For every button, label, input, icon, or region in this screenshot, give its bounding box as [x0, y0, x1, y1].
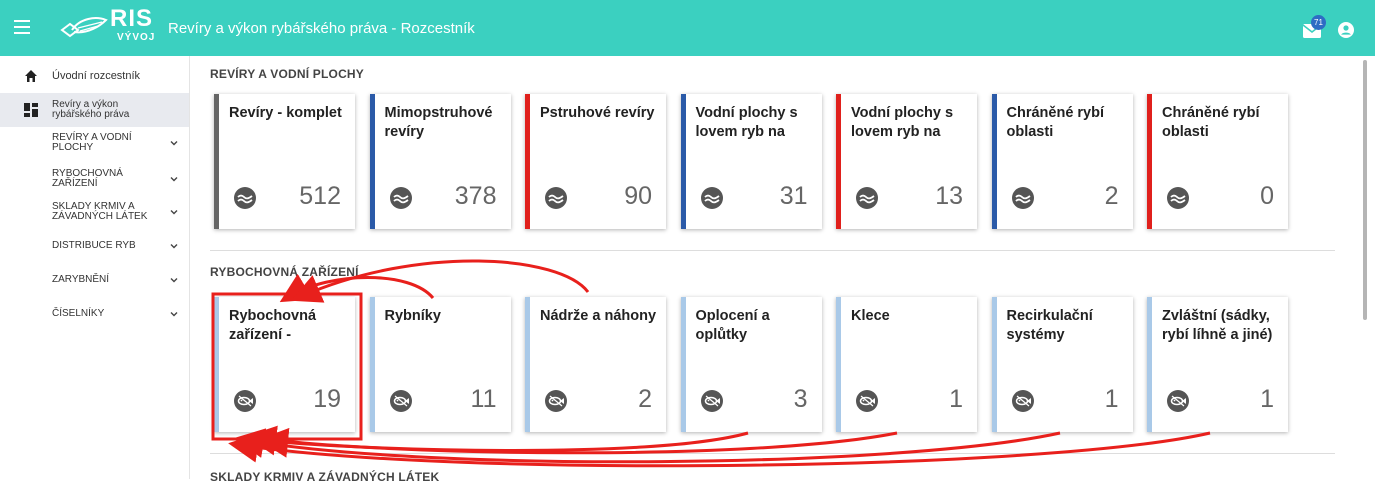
card-row0-4[interactable]: Vodní plochy s lovem ryb na 13 [836, 94, 977, 229]
mail-count-badge: 71 [1311, 15, 1326, 30]
sidebar-group-rybochovna[interactable]: RYBOCHOVNÁ ZAŘÍZENÍ [0, 166, 189, 192]
sidebar-group-label: RYBOCHOVNÁ ZAŘÍZENÍ [52, 168, 123, 189]
fish-icon [545, 390, 567, 412]
card-count: 2 [638, 385, 652, 413]
card-title: Zvláštní (sádky, rybí líhně a jiné) [1162, 308, 1273, 343]
sidebar-group-zarybneni[interactable]: ZARYBNĚNÍ [0, 270, 189, 290]
sidebar-group-label: ČÍSELNÍKY [52, 308, 105, 319]
card-row1-5[interactable]: Recirkulační systémy 1 [991, 297, 1133, 432]
card-row0-2[interactable]: Pstruhové revíry 90 [525, 94, 666, 229]
card-count: 19 [313, 385, 341, 413]
section-title-rybochovna: RYBOCHOVNÁ ZAŘÍZENÍ [210, 265, 359, 279]
sidebar-item-label: Revíry a výkon rybářského práva [52, 99, 130, 120]
card-count: 11 [470, 385, 497, 413]
section-divider [210, 250, 1335, 251]
card-title: Mimopstruhové revíry [384, 105, 493, 140]
chevron-down-icon [170, 141, 178, 146]
home-icon [25, 70, 37, 82]
card-count: 378 [454, 182, 497, 210]
card-row1-3[interactable]: Oplocení a oplůtky 3 [680, 297, 822, 432]
chevron-down-icon [170, 312, 178, 317]
section-title-reviry: REVÍRY A VODNÍ PLOCHY [210, 67, 365, 81]
sidebar-item-label: Úvodní rozcestník [52, 69, 141, 82]
chevron-down-icon [170, 210, 178, 215]
sidebar-group-distribuce[interactable]: DISTRIBUCE RYB [0, 236, 189, 256]
user-account-icon[interactable] [1338, 22, 1354, 38]
card-row1-0[interactable]: Rybochovná zařízení - 19 [214, 297, 355, 432]
fish-icon [856, 390, 878, 412]
card-count: 90 [624, 182, 652, 210]
card-title: Vodní plochy s lovem ryb na [851, 105, 954, 140]
card-title: Vodní plochy s lovem ryb na [695, 105, 798, 140]
card-row1-6[interactable]: Zvláštní (sádky, rybí líhně a jiné) 1 [1147, 297, 1288, 432]
logo-sub-text: VÝVOJ [117, 32, 156, 43]
sidebar-group-label: REVÍRY A VODNÍ PLOCHY [52, 132, 132, 153]
sidebar-group-ciselniky[interactable]: ČÍSELNÍKY [0, 304, 189, 324]
fish-logo-icon [60, 17, 108, 38]
card-title: Chráněné rybí oblasti [1006, 105, 1105, 140]
sidebar-item-reviry[interactable]: Revíry a výkon rybářského práva [0, 93, 189, 127]
card-count: 1 [1260, 385, 1274, 413]
sidebar-item-home[interactable]: Úvodní rozcestník [0, 64, 189, 88]
card-count: 3 [793, 385, 808, 413]
card-title: Recirkulační systémy [1006, 308, 1093, 343]
card-title: Klece [851, 308, 890, 324]
sidebar-group-label: DISTRIBUCE RYB [52, 240, 136, 251]
wave-icon [1011, 187, 1034, 209]
sidebar-group-label: SKLADY KRMIV A ZÁVADNÝCH LÁTEK [52, 201, 148, 222]
card-row1-1[interactable]: Rybníky 11 [369, 297, 511, 432]
section-divider [210, 453, 1335, 454]
wave-icon [234, 187, 256, 209]
chevron-down-icon [170, 278, 178, 283]
hamburger-menu-icon[interactable] [14, 16, 30, 38]
wave-icon [700, 187, 723, 209]
main-content: REVÍRY A VODNÍ PLOCHY Revíry - komplet 51… [190, 56, 1340, 484]
card-row0-1[interactable]: Mimopstruhové revíry 378 [369, 94, 511, 229]
card-title: Nádrže a náhony [540, 308, 657, 324]
card-row0-6[interactable]: Chráněné rybí oblasti 0 [1147, 94, 1288, 229]
card-count: 13 [935, 182, 963, 210]
fish-icon [1011, 390, 1034, 412]
fish-icon [389, 390, 412, 412]
card-row1-4[interactable]: Klece 1 [836, 297, 977, 432]
wave-icon [1167, 187, 1189, 209]
card-title: Chráněné rybí oblasti [1162, 105, 1260, 140]
sidebar: Úvodní rozcestník Revíry a výkon rybářsk… [0, 56, 190, 479]
fish-icon [700, 390, 723, 412]
card-row0-3[interactable]: Vodní plochy s lovem ryb na 31 [680, 94, 822, 229]
chevron-down-icon [170, 244, 178, 249]
wave-icon [389, 187, 412, 209]
wave-icon [545, 187, 567, 209]
card-title: Revíry - komplet [229, 105, 342, 121]
card-row0-0[interactable]: Revíry - komplet 512 [214, 94, 355, 229]
card-count: 1 [949, 385, 963, 413]
card-title: Pstruhové revíry [540, 105, 655, 121]
wave-icon [856, 187, 878, 209]
card-count: 512 [299, 182, 341, 210]
card-count: 1 [1104, 385, 1119, 413]
top-app-bar: RIS VÝVOJ Revíry a výkon rybářského práv… [0, 0, 1375, 56]
chevron-down-icon [170, 177, 178, 182]
card-row0-5[interactable]: Chráněné rybí oblasti 2 [991, 94, 1133, 229]
app-logo[interactable]: RIS VÝVOJ [58, 6, 154, 50]
page-title: Revíry a výkon rybářského práva - Rozces… [168, 20, 475, 37]
card-row1-2[interactable]: Nádrže a náhony 2 [525, 297, 666, 432]
dashboard-icon [24, 103, 38, 117]
card-title: Rybníky [384, 308, 441, 324]
card-count: 0 [1260, 182, 1274, 210]
card-count: 31 [779, 182, 808, 210]
logo-main-text: RIS [110, 5, 154, 32]
card-title: Oplocení a oplůtky [695, 308, 770, 343]
fish-icon [1167, 390, 1189, 412]
sidebar-group-reviry[interactable]: REVÍRY A VODNÍ PLOCHY [0, 130, 189, 156]
sidebar-group-label: ZARYBNĚNÍ [52, 274, 110, 285]
card-title: Rybochovná zařízení - [229, 308, 317, 343]
fish-icon [234, 390, 256, 412]
scrollbar[interactable] [1363, 60, 1367, 320]
sidebar-group-sklady[interactable]: SKLADY KRMIV A ZÁVADNÝCH LÁTEK [0, 199, 189, 225]
section-title-sklady: SKLADY KRMIV A ZÁVADNÝCH LÁTEK [210, 470, 440, 484]
card-count: 2 [1104, 182, 1119, 210]
